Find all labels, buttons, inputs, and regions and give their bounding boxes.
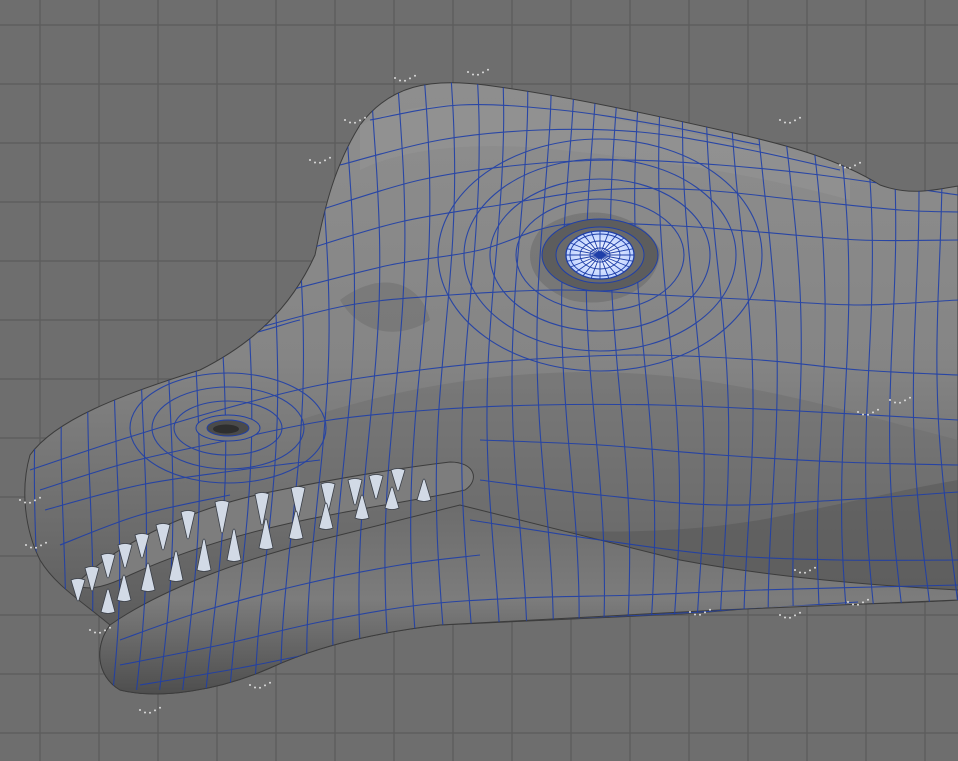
vertex-point — [689, 611, 691, 613]
vertex-point — [477, 73, 479, 76]
vertex-point — [472, 73, 474, 76]
vertex-point — [344, 119, 346, 121]
vertex-point — [399, 79, 401, 82]
vertex-point — [319, 161, 321, 164]
vertex-point — [872, 411, 874, 414]
vertex-point — [794, 614, 796, 617]
vertex-point — [154, 709, 156, 712]
vertex-point — [909, 396, 911, 399]
vertex-point — [264, 684, 266, 687]
vertex-point — [45, 541, 47, 544]
vertex-point — [854, 164, 856, 167]
vertex-point — [159, 706, 161, 709]
vertex-point — [409, 77, 411, 80]
vertex-point — [104, 629, 106, 632]
vertex-point — [30, 546, 32, 549]
vertex-point — [784, 616, 786, 619]
vertex-point — [25, 544, 27, 546]
vertex-point — [24, 501, 26, 504]
vertex-point — [40, 544, 42, 547]
vertex-point — [364, 116, 366, 119]
vertex-point — [404, 79, 406, 82]
vertex-point — [899, 401, 901, 404]
vertex-point — [354, 121, 356, 124]
vertex-point — [867, 598, 869, 601]
vertex-point — [35, 546, 37, 549]
vertex-point — [857, 603, 859, 606]
vertex-point — [487, 68, 489, 71]
vertex-point — [309, 159, 311, 161]
eye[interactable] — [541, 218, 659, 292]
vertex-point — [324, 159, 326, 162]
vertex-point — [709, 608, 711, 611]
vertex-point — [254, 686, 256, 689]
vertex-point — [794, 119, 796, 122]
vertex-point — [149, 711, 151, 714]
vertex-point — [39, 496, 41, 499]
vertex-point — [849, 166, 851, 169]
vertex-point — [144, 711, 146, 714]
vertex-point — [844, 166, 846, 169]
vertex-point — [859, 161, 861, 164]
vertex-point — [269, 681, 271, 684]
vertex-point — [704, 611, 706, 614]
viewport-canvas[interactable] — [0, 0, 958, 761]
vertex-point — [789, 121, 791, 124]
vertex-point — [109, 626, 111, 629]
vertex-point — [259, 686, 261, 689]
nostril[interactable] — [195, 414, 261, 442]
vertex-point — [789, 616, 791, 619]
vertex-point — [904, 399, 906, 402]
vertex-point — [867, 413, 869, 416]
vertex-point — [799, 116, 801, 119]
vertex-point — [314, 161, 316, 164]
3d-viewport[interactable] — [0, 0, 958, 761]
vertex-point — [139, 709, 141, 711]
vertex-point — [779, 119, 781, 121]
vertex-point — [794, 569, 796, 571]
vertex-point — [894, 401, 896, 404]
vertex-point — [699, 613, 701, 616]
vertex-point — [94, 631, 96, 634]
vertex-point — [329, 156, 331, 159]
vertex-point — [847, 601, 849, 603]
vertex-point — [394, 77, 396, 79]
vertex-point — [99, 631, 101, 634]
vertex-point — [19, 499, 21, 501]
vertex-point — [467, 71, 469, 73]
vertex-point — [839, 164, 841, 166]
vertex-point — [29, 501, 31, 504]
vertex-point — [779, 614, 781, 616]
vertex-point — [694, 613, 696, 616]
vertex-point — [359, 119, 361, 122]
vertex-point — [857, 411, 859, 413]
vertex-point — [799, 611, 801, 614]
vertex-point — [852, 603, 854, 606]
vertex-point — [784, 121, 786, 124]
vertex-point — [814, 566, 816, 569]
vertex-point — [414, 74, 416, 77]
vertex-point — [89, 629, 91, 631]
vertex-point — [889, 399, 891, 401]
vertex-point — [34, 499, 36, 502]
vertex-point — [799, 571, 801, 574]
vertex-point — [862, 601, 864, 604]
vertex-point — [249, 684, 251, 686]
vertex-point — [809, 569, 811, 572]
vertex-point — [877, 408, 879, 411]
vertex-point — [862, 413, 864, 416]
vertex-point — [804, 571, 806, 574]
vertex-point — [349, 121, 351, 124]
vertex-point — [482, 71, 484, 74]
